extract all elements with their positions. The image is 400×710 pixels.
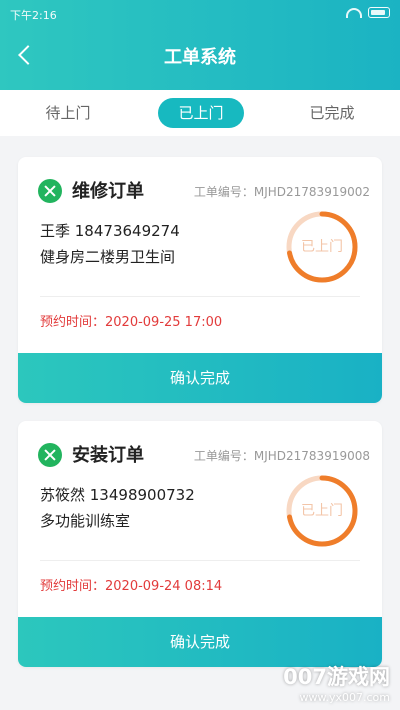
order-location: 多功能训练室 xyxy=(40,512,131,530)
status-bar: 下午2:16 xyxy=(0,0,400,26)
order-number: 工单编号：MJHD21783919008 xyxy=(193,449,370,463)
order-contact: 王季 18473649274 xyxy=(40,222,180,240)
status-time: 下午2:16 xyxy=(10,9,57,22)
order-type-title: 安装订单 xyxy=(72,445,144,466)
app-header: 下午2:16 工单系统 xyxy=(0,0,400,90)
appointment-time: 预约时间：2020-09-25 17:00 xyxy=(40,315,223,330)
battery-icon xyxy=(368,7,390,18)
status-label: 已上门 xyxy=(301,239,343,255)
order-card-install: 安装订单 工单编号：MJHD21783919008 苏筱然 1349890073… xyxy=(18,421,382,667)
tab-pending[interactable]: 待上门 xyxy=(28,98,108,128)
wifi-icon xyxy=(346,7,362,18)
order-card-repair: 维修订单 工单编号：MJHD21783919002 王季 18473649274… xyxy=(18,157,382,403)
confirm-complete-button[interactable]: 确认完成 xyxy=(18,353,382,403)
tools-icon xyxy=(38,179,62,203)
tab-completed[interactable]: 已完成 xyxy=(292,98,372,128)
tools-icon xyxy=(38,443,62,467)
status-icons xyxy=(346,7,390,18)
page-title: 工单系统 xyxy=(164,47,236,68)
order-number: 工单编号：MJHD21783919002 xyxy=(193,185,370,199)
tab-arrived[interactable]: 已上门 xyxy=(158,98,244,128)
confirm-complete-button[interactable]: 确认完成 xyxy=(18,617,382,667)
watermark-url: www.yx007.com xyxy=(299,691,390,704)
order-location: 健身房二楼男卫生间 xyxy=(40,248,176,266)
order-contact: 苏筱然 13498900732 xyxy=(40,486,195,504)
status-label: 已上门 xyxy=(301,503,343,519)
order-type-title: 维修订单 xyxy=(72,181,144,202)
card-divider xyxy=(40,296,360,297)
watermark-name: 007游戏网 xyxy=(283,665,390,689)
status-tabs: 待上门 已上门 已完成 xyxy=(0,90,400,136)
card-divider xyxy=(40,560,360,561)
site-watermark: 007游戏网 www.yx007.com xyxy=(283,661,390,704)
appointment-time: 预约时间：2020-09-24 08:14 xyxy=(40,579,223,594)
